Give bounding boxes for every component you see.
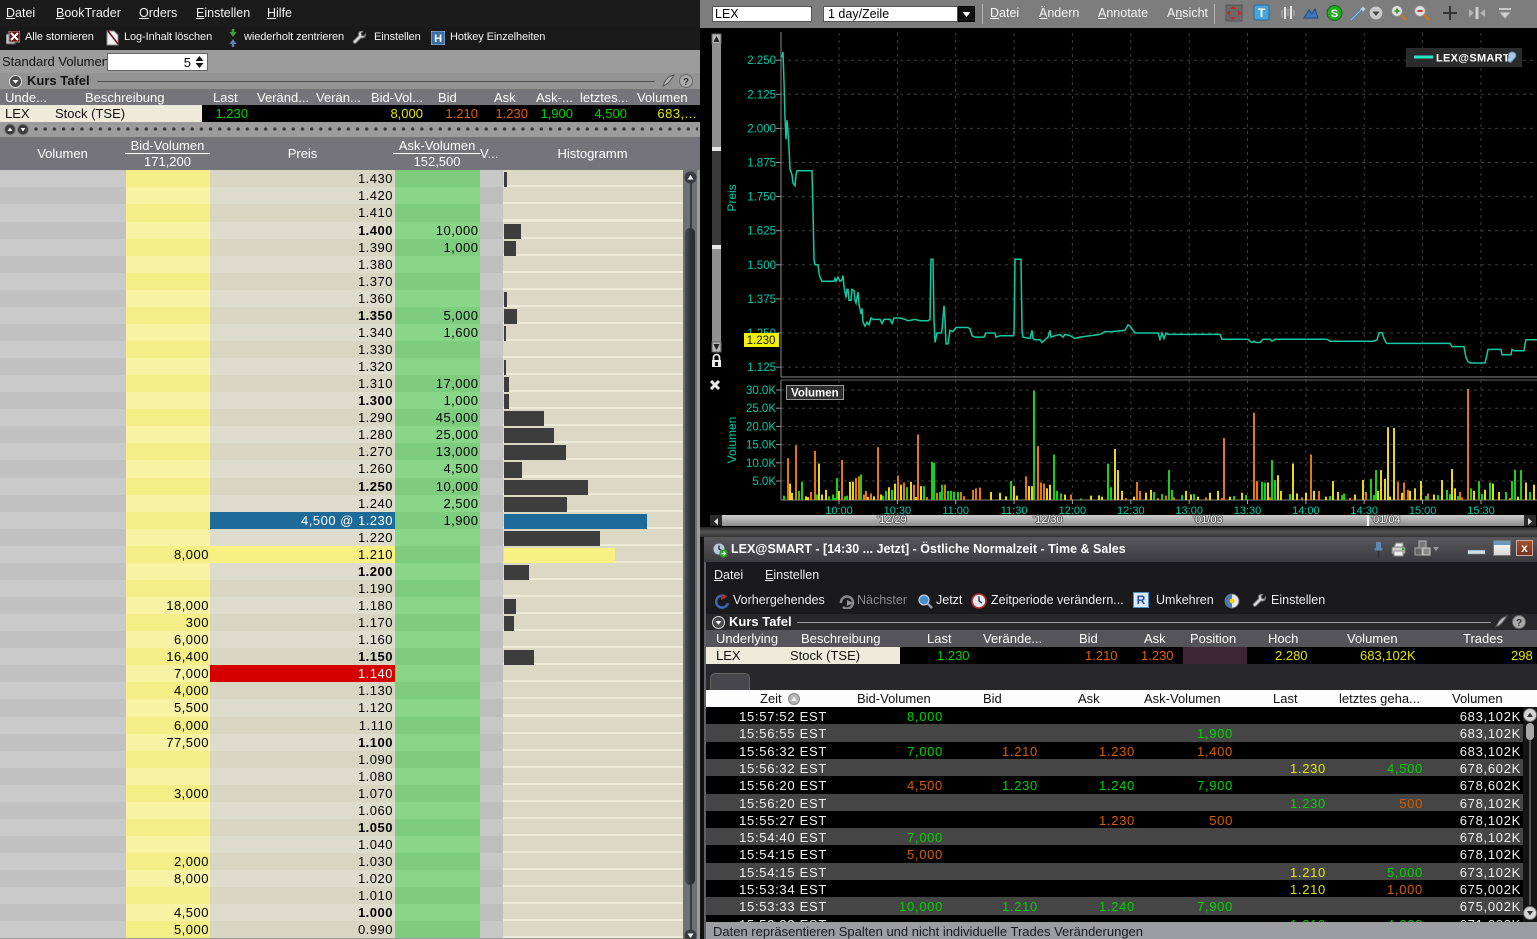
svg-text:S: S	[1331, 8, 1338, 20]
svg-text:Volumen: Volumen	[725, 417, 739, 464]
svg-text:Preis: Preis	[725, 184, 739, 211]
svg-text:2.125: 2.125	[747, 89, 776, 101]
svg-text:Volumen: Volumen	[791, 388, 839, 400]
svg-text:1.125: 1.125	[747, 362, 776, 374]
svg-text:10.0K: 10.0K	[746, 458, 776, 470]
svg-text:?: ?	[683, 77, 689, 88]
svg-text:1.625: 1.625	[747, 226, 776, 238]
svg-text:H: H	[434, 33, 442, 45]
svg-text:2.000: 2.000	[747, 123, 776, 135]
svg-text:LEX@SMART: LEX@SMART	[1436, 53, 1510, 65]
svg-text:20.0K: 20.0K	[746, 421, 776, 433]
svg-text:?: ?	[1516, 618, 1522, 629]
svg-text:1.875: 1.875	[747, 158, 776, 170]
svg-text:15.0K: 15.0K	[746, 440, 776, 452]
svg-text:T: T	[1258, 6, 1266, 20]
svg-text:1.375: 1.375	[747, 294, 776, 306]
svg-text:2.250: 2.250	[747, 55, 776, 67]
svg-text:1.230: 1.230	[747, 335, 776, 347]
svg-text:1.500: 1.500	[747, 260, 776, 272]
svg-text:1.750: 1.750	[747, 192, 776, 204]
svg-text:30.0K: 30.0K	[746, 385, 776, 397]
svg-text:25.0K: 25.0K	[746, 403, 776, 415]
svg-text:5.0K: 5.0K	[752, 476, 776, 488]
